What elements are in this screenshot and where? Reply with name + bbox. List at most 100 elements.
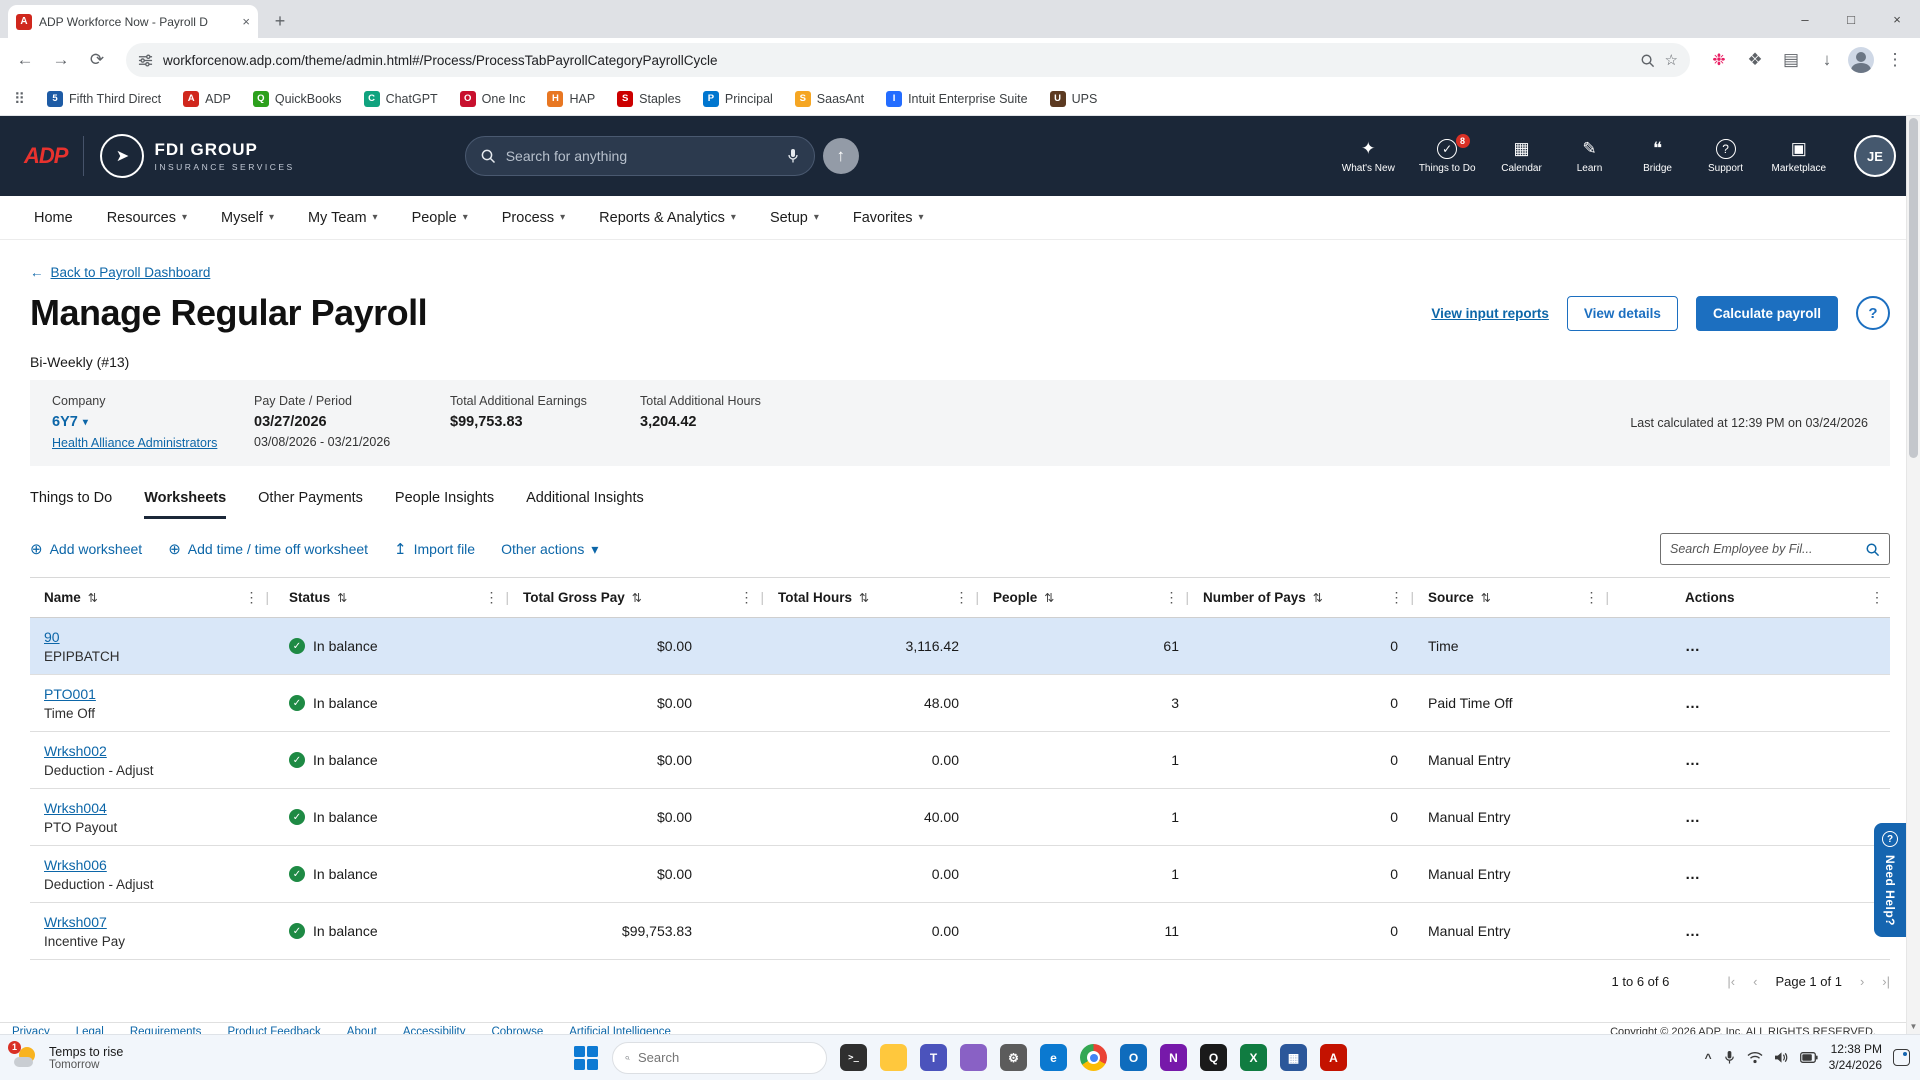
onenote-icon[interactable]: N	[1160, 1044, 1187, 1071]
bookmark-one-inc[interactable]: O One Inc	[459, 90, 525, 107]
phone-link-icon[interactable]	[960, 1044, 987, 1071]
column-header-total-hours[interactable]: Total Hours	[778, 590, 852, 605]
bookmark-adp[interactable]: A ADP	[183, 90, 231, 107]
tab-people-insights[interactable]: People Insights	[395, 490, 494, 519]
bookmark-fifth-third[interactable]: 5 Fifth Third Direct	[47, 90, 161, 107]
close-button[interactable]: ×	[1874, 0, 1920, 38]
tab-close-icon[interactable]: ×	[242, 14, 250, 29]
edge-icon[interactable]: e	[1040, 1044, 1067, 1071]
tab-additional-insights[interactable]: Additional Insights	[526, 490, 644, 519]
bookmark-hap[interactable]: H HAP	[547, 90, 595, 107]
next-page-button[interactable]: ›	[1860, 974, 1864, 989]
learn-button[interactable]: ✎ Learn	[1568, 139, 1612, 174]
microphone-icon[interactable]	[786, 148, 800, 164]
new-tab-button[interactable]: +	[266, 7, 294, 35]
nav-home[interactable]: Home	[34, 210, 73, 226]
page-scrollbar[interactable]: ▼	[1906, 116, 1920, 1034]
worksheet-link[interactable]: 90	[44, 629, 60, 645]
global-search[interactable]	[464, 136, 815, 176]
forward-icon[interactable]: →	[46, 45, 76, 75]
extensions-puzzle-icon[interactable]: ❖	[1740, 45, 1770, 75]
browser-tab[interactable]: A ADP Workforce Now - Payroll D ×	[8, 5, 258, 38]
nav-process[interactable]: Process ▾	[502, 210, 565, 226]
employee-search[interactable]	[1660, 533, 1890, 565]
table-row[interactable]: Wrksh006 Deduction - Adjust ✓ In balance $…	[30, 846, 1890, 903]
row-actions-button[interactable]: …	[1685, 638, 1701, 655]
maximize-button[interactable]: □	[1828, 0, 1874, 38]
table-row[interactable]: Wrksh007 Incentive Pay ✓ In balance $99,75…	[30, 903, 1890, 960]
worksheet-link[interactable]: Wrksh004	[44, 800, 107, 816]
minimize-button[interactable]: –	[1782, 0, 1828, 38]
office-grid-icon[interactable]: ▦	[1280, 1044, 1307, 1071]
sort-icon[interactable]: ⇅	[632, 591, 642, 605]
profile-icon[interactable]	[1848, 47, 1874, 73]
view-input-reports-link[interactable]: View input reports	[1431, 306, 1549, 321]
page-help-button[interactable]: ?	[1856, 296, 1890, 330]
lens-search-icon[interactable]	[1640, 53, 1655, 68]
bookmark-quickbooks[interactable]: Q QuickBooks	[252, 90, 342, 107]
url-input[interactable]	[163, 52, 1630, 68]
other-actions-dropdown[interactable]: Other actions ▾	[501, 541, 598, 558]
column-menu-icon[interactable]: ⋮	[1584, 589, 1598, 606]
q-app-icon[interactable]: Q	[1200, 1044, 1227, 1071]
weather-widget[interactable]: 1 Temps to rise Tomorrow	[8, 1040, 123, 1072]
teams-icon[interactable]: T	[920, 1044, 947, 1071]
footer-ai-link[interactable]: Artificial Intelligence	[569, 1026, 671, 1034]
add-time-worksheet-button[interactable]: ⊕ Add time / time off worksheet	[168, 540, 368, 558]
column-menu-icon[interactable]: ⋮	[739, 589, 753, 606]
refresh-icon[interactable]: ⟳	[82, 45, 112, 75]
bookmark-star-icon[interactable]: ☆	[1665, 51, 1678, 69]
wifi-icon[interactable]	[1747, 1051, 1763, 1064]
user-avatar[interactable]: JE	[1854, 135, 1896, 177]
tab-worksheets[interactable]: Worksheets	[144, 490, 227, 519]
tab-other-payments[interactable]: Other Payments	[258, 490, 363, 519]
column-menu-icon[interactable]: ⋮	[484, 589, 498, 606]
bookmark-principal[interactable]: P Principal	[702, 90, 773, 107]
tab-things-to-do[interactable]: Things to Do	[30, 490, 112, 519]
nav-people[interactable]: People ▾	[412, 210, 468, 226]
nav-favorites[interactable]: Favorites ▾	[853, 210, 924, 226]
worksheet-link[interactable]: PTO001	[44, 686, 96, 702]
column-header-people[interactable]: People	[993, 590, 1037, 605]
table-row[interactable]: Wrksh002 Deduction - Adjust ✓ In balance $…	[30, 732, 1890, 789]
taskbar-search-input[interactable]	[638, 1050, 814, 1065]
bookmark-staples[interactable]: S Staples	[617, 90, 681, 107]
sidebar-icon[interactable]: ▤	[1776, 45, 1806, 75]
battery-icon[interactable]	[1799, 1052, 1818, 1063]
scroll-down-icon[interactable]: ▼	[1907, 1022, 1920, 1031]
footer-privacy-link[interactable]: Privacy	[12, 1026, 50, 1034]
clock[interactable]: 12:38 PM 3/24/2026	[1829, 1042, 1882, 1073]
column-header-status[interactable]: Status	[289, 590, 330, 605]
start-button[interactable]	[573, 1045, 599, 1071]
support-button[interactable]: ? Support	[1704, 138, 1748, 174]
add-worksheet-button[interactable]: ⊕ Add worksheet	[30, 540, 142, 558]
scrollbar-thumb[interactable]	[1909, 118, 1918, 458]
calculate-payroll-button[interactable]: Calculate payroll	[1695, 295, 1838, 331]
search-submit-button[interactable]: ↑	[822, 138, 859, 174]
column-menu-icon[interactable]: ⋮	[1389, 589, 1403, 606]
first-page-button[interactable]: |‹	[1727, 974, 1735, 989]
footer-accessibility-link[interactable]: Accessibility	[403, 1026, 466, 1034]
column-menu-icon[interactable]: ⋮	[954, 589, 968, 606]
nav-my-team[interactable]: My Team ▾	[308, 210, 378, 226]
footer-legal-link[interactable]: Legal	[76, 1026, 104, 1034]
footer-product-feedback-link[interactable]: Product Feedback	[227, 1026, 320, 1034]
worksheet-link[interactable]: Wrksh007	[44, 914, 107, 930]
row-actions-button[interactable]: …	[1685, 695, 1701, 712]
taskbar-search[interactable]	[612, 1041, 827, 1074]
things-to-do-button[interactable]: ✓ 8 Things to Do	[1419, 133, 1476, 174]
bookmark-chatgpt[interactable]: C ChatGPT	[363, 90, 438, 107]
sort-icon[interactable]: ⇅	[1313, 591, 1323, 605]
marketplace-button[interactable]: ▣ Marketplace	[1772, 139, 1826, 174]
notification-center-icon[interactable]	[1893, 1049, 1910, 1066]
company-name-link[interactable]: Health Alliance Administrators	[52, 436, 217, 450]
nav-reports-analytics[interactable]: Reports & Analytics ▾	[599, 210, 736, 226]
column-header-gross-pay[interactable]: Total Gross Pay	[523, 590, 625, 605]
column-header-source[interactable]: Source	[1428, 590, 1474, 605]
prev-page-button[interactable]: ‹	[1753, 974, 1757, 989]
microphone-icon[interactable]	[1723, 1050, 1736, 1065]
row-actions-button[interactable]: …	[1685, 752, 1701, 769]
company-code-dropdown[interactable]: 6Y7 ▾	[52, 414, 254, 430]
need-help-tab[interactable]: ? Need Help?	[1874, 823, 1906, 937]
view-details-button[interactable]: View details	[1566, 295, 1678, 331]
